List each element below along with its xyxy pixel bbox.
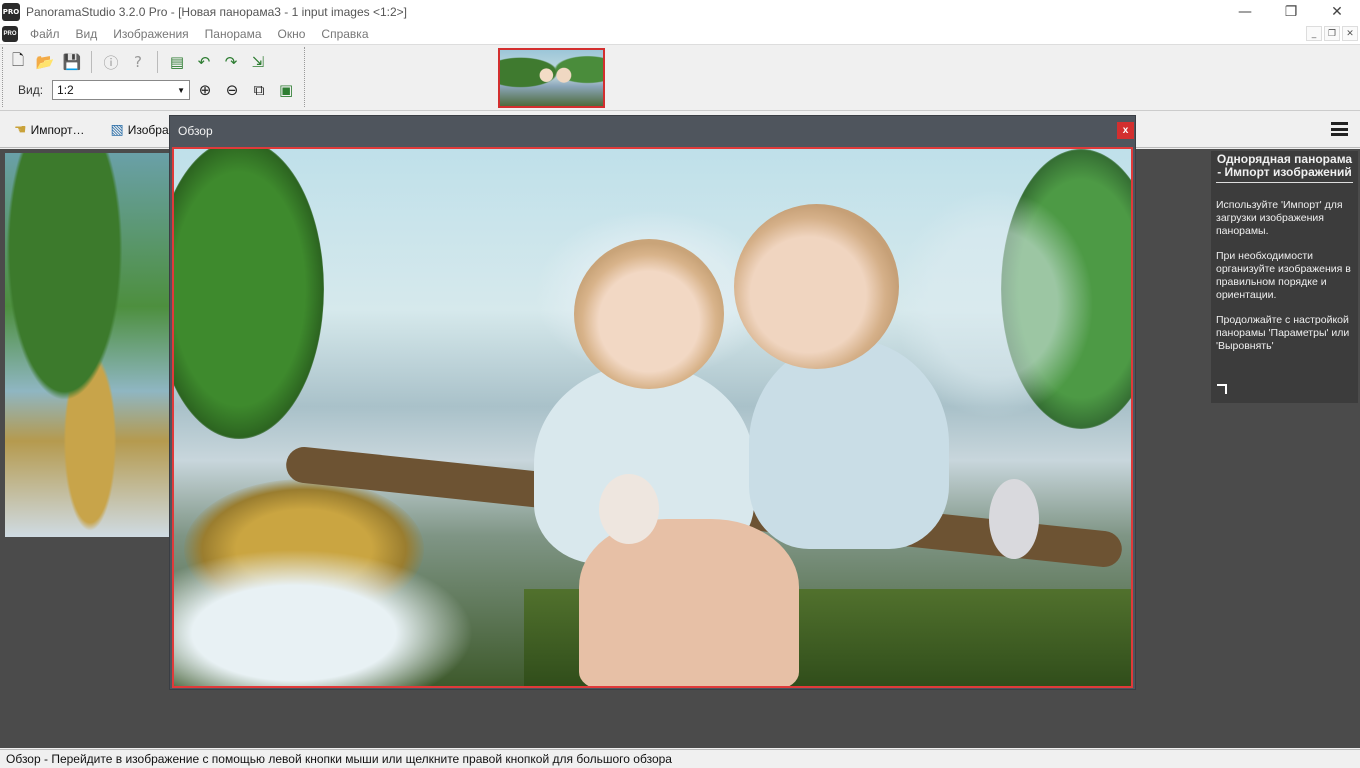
dialog-title: Обзор bbox=[178, 123, 213, 138]
chevron-down-icon: ▼ bbox=[177, 85, 186, 95]
menu-hamburger-icon[interactable] bbox=[1331, 122, 1348, 136]
image-fog bbox=[174, 549, 474, 686]
image-mouse bbox=[599, 474, 659, 544]
image-icon: ▧ bbox=[110, 121, 124, 138]
separator bbox=[157, 51, 158, 73]
image-child-head bbox=[734, 204, 899, 369]
overview-image[interactable] bbox=[172, 147, 1133, 688]
app-icon: PRO bbox=[2, 3, 20, 21]
preview-icon[interactable]: ▣ bbox=[274, 78, 298, 102]
images-button[interactable]: ▧ Изобра bbox=[111, 122, 169, 138]
import-image-icon[interactable]: ▤ bbox=[165, 50, 189, 74]
menu-file[interactable]: Файл bbox=[26, 27, 64, 41]
menu-bar: PRO Файл Вид Изображения Панорама Окно С… bbox=[0, 24, 1360, 44]
overview-dialog: Обзор x bbox=[169, 115, 1136, 690]
status-bar: Обзор - Перейдите в изображение с помощь… bbox=[0, 749, 1360, 768]
info-paragraph: При необходимости организуйте изображени… bbox=[1216, 250, 1351, 301]
images-label: Изобра bbox=[127, 122, 169, 137]
zoom-fit-icon[interactable]: ⧉ bbox=[247, 78, 271, 102]
image-legs bbox=[579, 519, 799, 686]
window-controls: — ❐ ✕ bbox=[1222, 0, 1360, 24]
menu-panorama[interactable]: Панорама bbox=[201, 27, 266, 41]
view-zoom-value: 1:2 bbox=[57, 83, 74, 97]
mdi-close-button[interactable]: ✕ bbox=[1342, 26, 1358, 41]
toolbar-area: 🗋 📂 💾 ⓘ ? ▤ ↶ ↷ ⇲ Вид: 1:2 ▼ ⊕ ⊖ ⧉ ▣ bbox=[0, 44, 1360, 111]
help-icon[interactable]: ? bbox=[126, 50, 150, 74]
info-icon[interactable]: ⓘ bbox=[99, 50, 123, 74]
image-mouse bbox=[989, 479, 1039, 559]
separator bbox=[91, 51, 92, 73]
mdi-controls: _ ❐ ✕ bbox=[1306, 26, 1358, 41]
dialog-close-button[interactable]: x bbox=[1117, 122, 1134, 139]
image-child bbox=[749, 339, 949, 549]
image-tree bbox=[174, 149, 324, 439]
export-icon[interactable]: ⇲ bbox=[246, 50, 270, 74]
new-file-icon[interactable]: 🗋 bbox=[6, 50, 30, 74]
mdi-restore-button[interactable]: ❐ bbox=[1324, 26, 1340, 41]
toolbar-grip[interactable] bbox=[2, 47, 5, 107]
restore-button[interactable]: ❐ bbox=[1268, 0, 1314, 24]
save-icon[interactable]: 💾 bbox=[60, 50, 84, 74]
document-icon[interactable]: PRO bbox=[2, 26, 18, 42]
menu-window[interactable]: Окно bbox=[274, 27, 310, 41]
menu-help[interactable]: Справка bbox=[317, 27, 372, 41]
title-bar: PRO PanoramaStudio 3.2.0 Pro - [Новая па… bbox=[0, 0, 1360, 24]
info-paragraph: Продолжайте с настройкой панорамы 'Парам… bbox=[1216, 314, 1350, 352]
rotate-right-icon[interactable]: ↷ bbox=[219, 50, 243, 74]
menu-view[interactable]: Вид bbox=[72, 27, 102, 41]
main-toolbar: 🗋 📂 💾 ⓘ ? ▤ ↶ ↷ ⇲ Вид: 1:2 ▼ ⊕ ⊖ ⧉ ▣ bbox=[6, 48, 302, 108]
info-title: Однорядная панорама - Импорт изображений bbox=[1216, 153, 1353, 183]
open-folder-icon[interactable]: 📂 bbox=[33, 50, 57, 74]
import-button[interactable]: ☚ Импорт… bbox=[14, 122, 85, 138]
image-thumbnail[interactable] bbox=[498, 48, 605, 108]
image-child-head bbox=[574, 239, 724, 389]
import-label: Импорт… bbox=[30, 122, 85, 137]
hand-icon: ☚ bbox=[14, 121, 27, 138]
source-image[interactable] bbox=[5, 153, 175, 537]
zoom-out-icon[interactable]: ⊖ bbox=[220, 78, 244, 102]
view-zoom-select[interactable]: 1:2 ▼ bbox=[52, 80, 191, 100]
close-button[interactable]: ✕ bbox=[1314, 0, 1360, 24]
view-label: Вид: bbox=[18, 83, 44, 97]
window-title: PanoramaStudio 3.2.0 Pro - [Новая панора… bbox=[26, 5, 407, 19]
zoom-in-icon[interactable]: ⊕ bbox=[193, 78, 217, 102]
collapse-icon[interactable] bbox=[1217, 384, 1227, 394]
minimize-button[interactable]: — bbox=[1222, 0, 1268, 24]
info-paragraph: Используйте 'Импорт' для загрузки изобра… bbox=[1216, 199, 1343, 237]
mdi-minimize-button[interactable]: _ bbox=[1306, 26, 1322, 41]
rotate-left-icon[interactable]: ↶ bbox=[192, 50, 216, 74]
toolbar-grip[interactable] bbox=[304, 47, 307, 107]
menu-images[interactable]: Изображения bbox=[109, 27, 192, 41]
info-panel: Однорядная панорама - Импорт изображений… bbox=[1211, 151, 1358, 403]
status-text: Обзор - Перейдите в изображение с помощь… bbox=[6, 752, 672, 766]
